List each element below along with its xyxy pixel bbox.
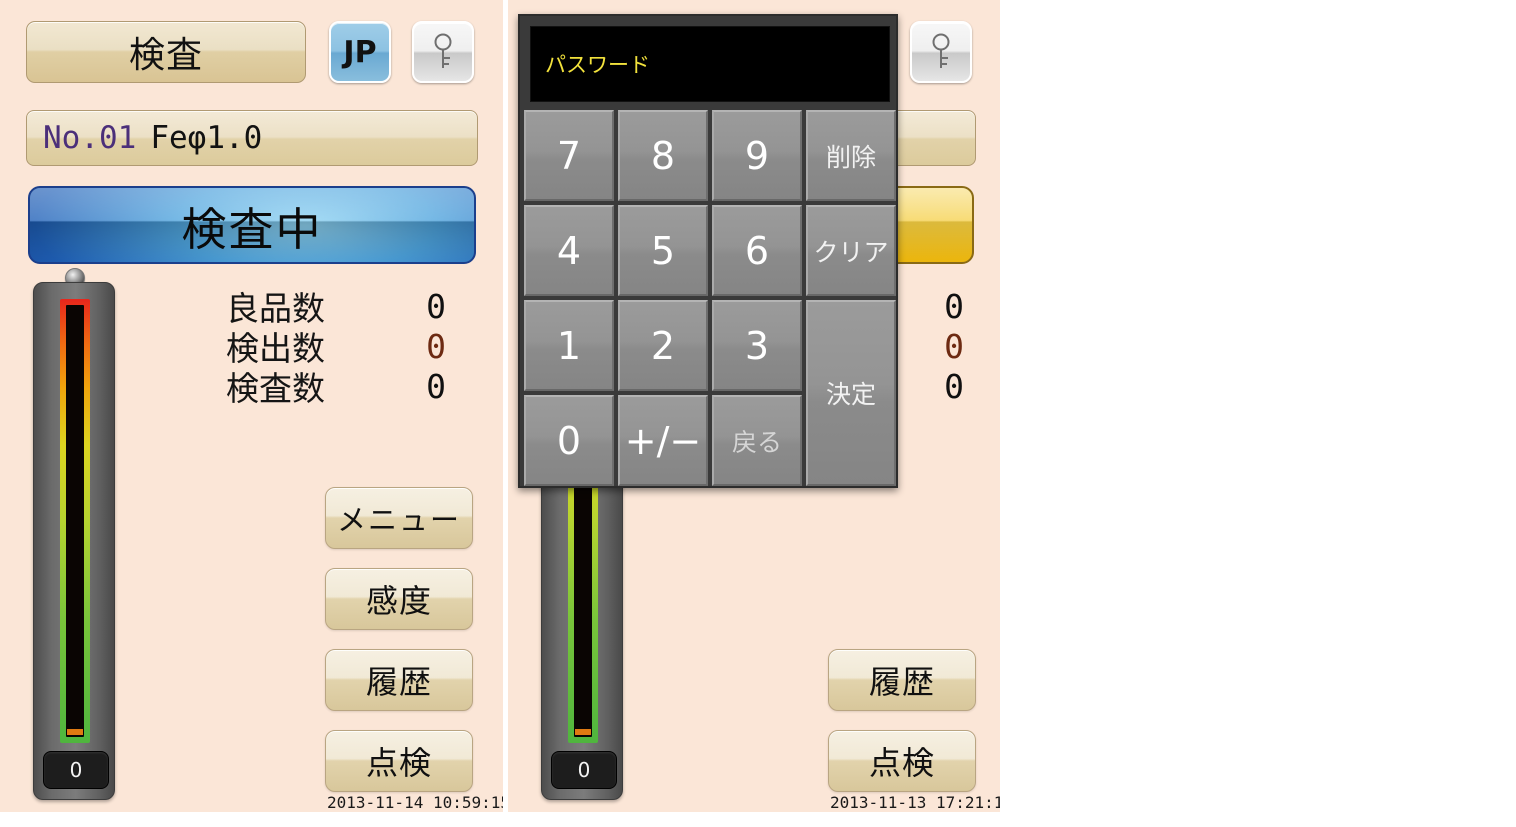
key-back[interactable]: 戻る xyxy=(712,395,802,486)
counter-row-detect-right: 0 xyxy=(904,326,964,366)
key-icon xyxy=(434,33,452,68)
meter-readout: 0 xyxy=(43,751,109,789)
meter-scale xyxy=(60,299,90,743)
meter-channel xyxy=(66,305,84,737)
counter-list-right: 0 0 0 xyxy=(904,286,964,406)
key-2-label: 2 xyxy=(650,323,676,368)
key-4-label: 4 xyxy=(556,228,582,273)
key-5[interactable]: 5 xyxy=(618,205,708,296)
check-button-right[interactable]: 点検 xyxy=(828,730,976,792)
meter-housing: 0 xyxy=(33,282,115,800)
counter-value-good-right: 0 xyxy=(944,286,964,326)
counter-value-inspect: 0 xyxy=(426,366,446,406)
menu-button[interactable]: メニュー xyxy=(325,487,473,549)
check-button-label: 点検 xyxy=(365,744,432,782)
page-title-bar: 検査 xyxy=(26,21,306,83)
key-lock-button-right[interactable] xyxy=(910,21,972,83)
screen: 検査 JP No.01 Feφ1.0 検査中 0 良品数 0 検出数 0 検査数… xyxy=(0,0,1516,827)
key-3[interactable]: 3 xyxy=(712,300,802,391)
counter-label-inspect: 検査数 xyxy=(226,369,325,408)
counter-list: 良品数 0 検出数 0 検査数 0 xyxy=(226,286,446,409)
inspection-panel-right: 0 0 0 0 履歴 点検 2013-11-13 17:21:16 パスワード … xyxy=(508,0,1000,812)
language-label: JP xyxy=(343,34,377,70)
key-6[interactable]: 6 xyxy=(712,205,802,296)
key-7[interactable]: 7 xyxy=(524,110,614,201)
timestamp-left: 2013-11-14 10:59:15 xyxy=(327,793,503,812)
keypad-grid: 7 8 9 削除 4 5 6 クリア 1 2 3 決定 0 +/− 戻る xyxy=(524,110,896,486)
key-9[interactable]: 9 xyxy=(712,110,802,201)
key-back-label: 戻る xyxy=(731,427,782,457)
history-button-label-right: 履歴 xyxy=(868,663,935,701)
key-clear[interactable]: クリア xyxy=(806,205,896,296)
meter-level-right xyxy=(575,729,591,735)
sensitivity-button[interactable]: 感度 xyxy=(325,568,473,630)
password-keypad[interactable]: パスワード 7 8 9 削除 4 5 6 クリア 1 2 3 決定 0 +/− … xyxy=(518,14,898,488)
counter-row-detect: 検出数 0 xyxy=(226,326,446,369)
meter-value: 0 xyxy=(69,758,83,782)
key-5-label: 5 xyxy=(650,228,676,273)
password-display-label: パスワード xyxy=(545,53,650,77)
counter-row-inspect-right: 0 xyxy=(904,366,964,406)
counter-value-detect-right: 0 xyxy=(944,326,964,366)
counter-row-good: 良品数 0 xyxy=(226,286,446,329)
key-delete-label: 削除 xyxy=(825,142,876,172)
key-sign[interactable]: +/− xyxy=(618,395,708,486)
sensitivity-button-label: 感度 xyxy=(365,582,432,620)
check-button-label-right: 点検 xyxy=(868,744,935,782)
meter-value-right: 0 xyxy=(577,758,591,782)
counter-value-good: 0 xyxy=(426,286,446,326)
counter-value-inspect-right: 0 xyxy=(944,366,964,406)
key-7-label: 7 xyxy=(556,133,582,178)
key-icon xyxy=(932,33,950,68)
check-button[interactable]: 点検 xyxy=(325,730,473,792)
counter-row-good-right: 0 xyxy=(904,286,964,326)
key-sign-label: +/− xyxy=(624,418,702,463)
key-0[interactable]: 0 xyxy=(524,395,614,486)
status-banner: 検査中 xyxy=(28,186,476,264)
key-clear-label: クリア xyxy=(813,237,889,267)
history-button-label: 履歴 xyxy=(365,663,432,701)
key-9-label: 9 xyxy=(744,133,770,178)
inspection-panel-left: 検査 JP No.01 Feφ1.0 検査中 0 良品数 0 検出数 0 検査数… xyxy=(0,0,503,812)
timestamp-right: 2013-11-13 17:21:16 xyxy=(830,793,1000,812)
recipe-number: No.01 xyxy=(43,120,137,156)
password-display[interactable]: パスワード xyxy=(530,26,890,102)
key-2[interactable]: 2 xyxy=(618,300,708,391)
key-delete[interactable]: 削除 xyxy=(806,110,896,201)
key-0-label: 0 xyxy=(556,418,582,463)
key-1-label: 1 xyxy=(556,323,582,368)
menu-button-label: メニュー xyxy=(336,503,461,537)
status-text: 検査中 xyxy=(181,202,323,256)
counter-value-detect: 0 xyxy=(426,326,446,366)
key-3-label: 3 xyxy=(744,323,770,368)
history-button[interactable]: 履歴 xyxy=(325,649,473,711)
key-8-label: 8 xyxy=(650,133,676,178)
key-enter[interactable]: 決定 xyxy=(806,300,896,486)
meter-readout-right: 0 xyxy=(551,751,617,789)
language-button[interactable]: JP xyxy=(329,21,391,83)
recipe-name: Feφ1.0 xyxy=(150,120,263,156)
key-enter-label: 決定 xyxy=(825,380,876,409)
key-4[interactable]: 4 xyxy=(524,205,614,296)
counter-row-inspect: 検査数 0 xyxy=(226,366,446,409)
meter-level xyxy=(67,729,83,735)
key-1[interactable]: 1 xyxy=(524,300,614,391)
history-button-right[interactable]: 履歴 xyxy=(828,649,976,711)
recipe-bar[interactable]: No.01 Feφ1.0 xyxy=(26,110,478,166)
key-lock-button[interactable] xyxy=(412,21,474,83)
key-8[interactable]: 8 xyxy=(618,110,708,201)
key-6-label: 6 xyxy=(744,228,770,273)
page-title: 検査 xyxy=(128,35,203,76)
